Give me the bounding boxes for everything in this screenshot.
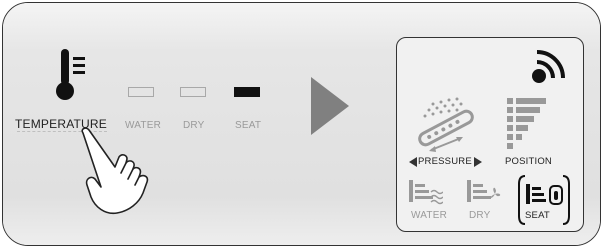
remote-control: PRESSURE POSITION WATER DRY SEAT [396, 37, 584, 232]
remote-water-label: WATER [411, 210, 447, 221]
seat-indicator[interactable] [234, 87, 260, 97]
remote-dry-label: DRY [469, 210, 491, 221]
pointing-hand-icon [81, 127, 149, 215]
dry-fan-icon[interactable] [467, 180, 503, 206]
water-indicator[interactable] [128, 87, 154, 97]
remote-seat-button[interactable]: SEAT [517, 174, 571, 226]
pressure-decrease-icon[interactable] [409, 157, 417, 167]
pressure-label: PRESSURE [418, 156, 472, 167]
remote-seat-label: SEAT [525, 210, 550, 221]
position-icon [507, 98, 546, 149]
position-label: POSITION [505, 156, 552, 167]
seat-label: SEAT [235, 120, 262, 131]
pressure-increase-icon[interactable] [474, 157, 482, 167]
dry-indicator[interactable] [180, 87, 206, 97]
wireless-signal-icon [532, 50, 565, 83]
thermometer-icon [56, 49, 85, 100]
pressure-spray-icon [418, 97, 474, 152]
right-arrow-icon [311, 77, 349, 135]
water-temperature-icon[interactable] [409, 180, 443, 206]
instruction-panel: TEMPERATURE WATER DRY SEAT PRESSURE POSI… [2, 2, 601, 246]
